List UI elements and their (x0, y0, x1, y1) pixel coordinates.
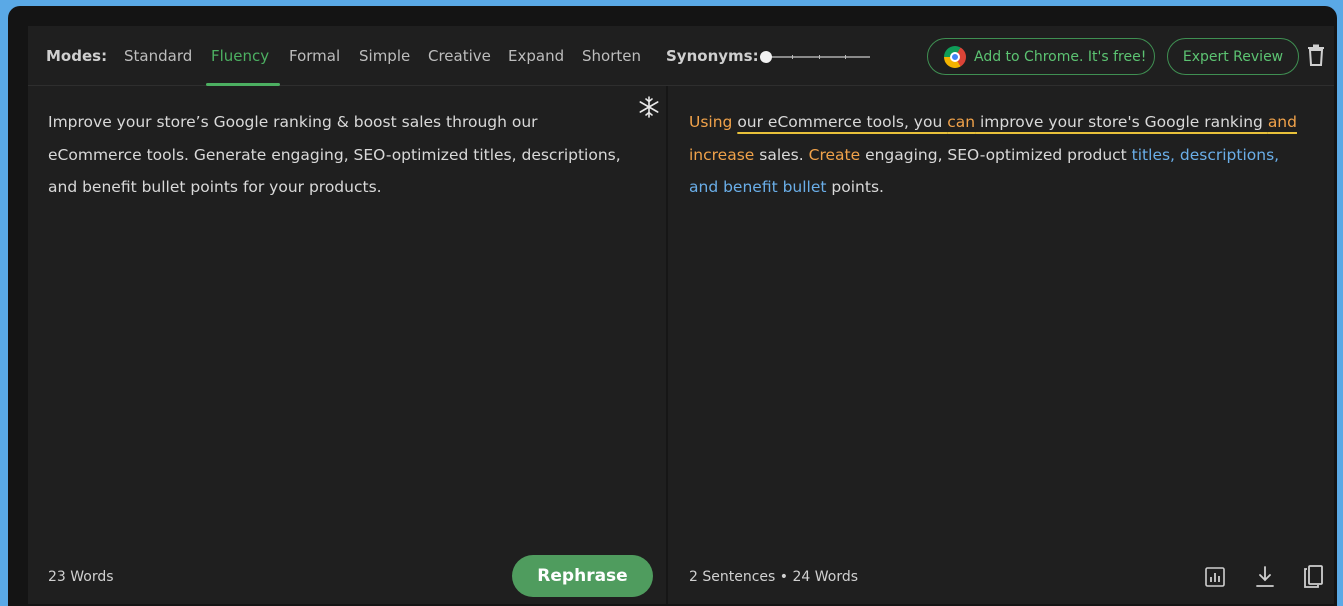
trash-icon[interactable] (1307, 44, 1325, 66)
sentence-count: 2 Sentences (689, 569, 776, 585)
input-word-count: 23 Words (48, 569, 114, 585)
synonyms-slider[interactable] (760, 50, 870, 64)
chrome-logo-icon (944, 45, 966, 68)
stats-separator: • (779, 569, 789, 585)
output-segment-orange[interactable]: Create (809, 146, 861, 164)
mode-tab-standard[interactable]: Standard (124, 47, 192, 65)
modes-label: Modes: (46, 47, 108, 65)
mode-tab-expand[interactable]: Expand (508, 47, 564, 65)
output-segment-orange-underline[interactable]: and (1268, 113, 1297, 131)
slider-tick (845, 55, 846, 59)
synonyms-label: Synonyms: (666, 47, 759, 65)
output-text-area[interactable]: Using our eCommerce tools, you can impro… (689, 106, 1309, 204)
output-segment-orange-underline[interactable]: can (947, 113, 975, 131)
rephrase-button[interactable]: Rephrase (512, 555, 653, 597)
active-mode-indicator (206, 83, 280, 86)
mode-tab-simple[interactable]: Simple (359, 47, 410, 65)
output-segment-plain: engaging, SEO-optimized product (860, 145, 1132, 164)
mode-tab-creative[interactable]: Creative (428, 47, 491, 65)
expert-review-button[interactable]: Expert Review (1167, 38, 1299, 75)
output-segment-underline[interactable]: our eCommerce tools, you (737, 113, 947, 131)
slider-track (764, 56, 870, 58)
add-to-chrome-label: Add to Chrome. It's free! (974, 48, 1147, 65)
snowflake-icon[interactable] (638, 96, 660, 118)
output-word-count: 24 Words (792, 569, 859, 585)
slider-tick (819, 55, 820, 59)
window-frame: Modes: Standard Fluency Formal Simple Cr… (8, 6, 1337, 606)
output-segment-plain: sales. (754, 145, 809, 164)
slider-thumb[interactable] (760, 51, 772, 63)
mode-tab-shorten[interactable]: Shorten (582, 47, 641, 65)
mode-tab-formal[interactable]: Formal (289, 47, 340, 65)
output-segment-plain: points. (826, 178, 884, 196)
output-segment-orange[interactable]: Using (689, 113, 732, 131)
output-segment-orange[interactable]: increase (689, 146, 754, 164)
bar-chart-icon[interactable] (1204, 565, 1226, 589)
expert-review-label: Expert Review (1182, 48, 1284, 65)
mode-tab-fluency[interactable]: Fluency (211, 47, 269, 65)
output-stats: 2 Sentences • 24 Words (689, 569, 858, 585)
input-text-area[interactable]: Improve your store’s Google ranking & bo… (48, 106, 628, 204)
toolbar: Modes: Standard Fluency Formal Simple Cr… (28, 26, 1334, 86)
slider-tick (792, 55, 793, 59)
download-icon[interactable] (1254, 565, 1276, 589)
panel-divider (666, 86, 668, 604)
paraphraser-app: Modes: Standard Fluency Formal Simple Cr… (28, 26, 1334, 604)
add-to-chrome-button[interactable]: Add to Chrome. It's free! (927, 38, 1155, 75)
output-segment-underline[interactable]: improve your store's Google ranking (975, 113, 1268, 131)
copy-icon[interactable] (1302, 565, 1324, 589)
